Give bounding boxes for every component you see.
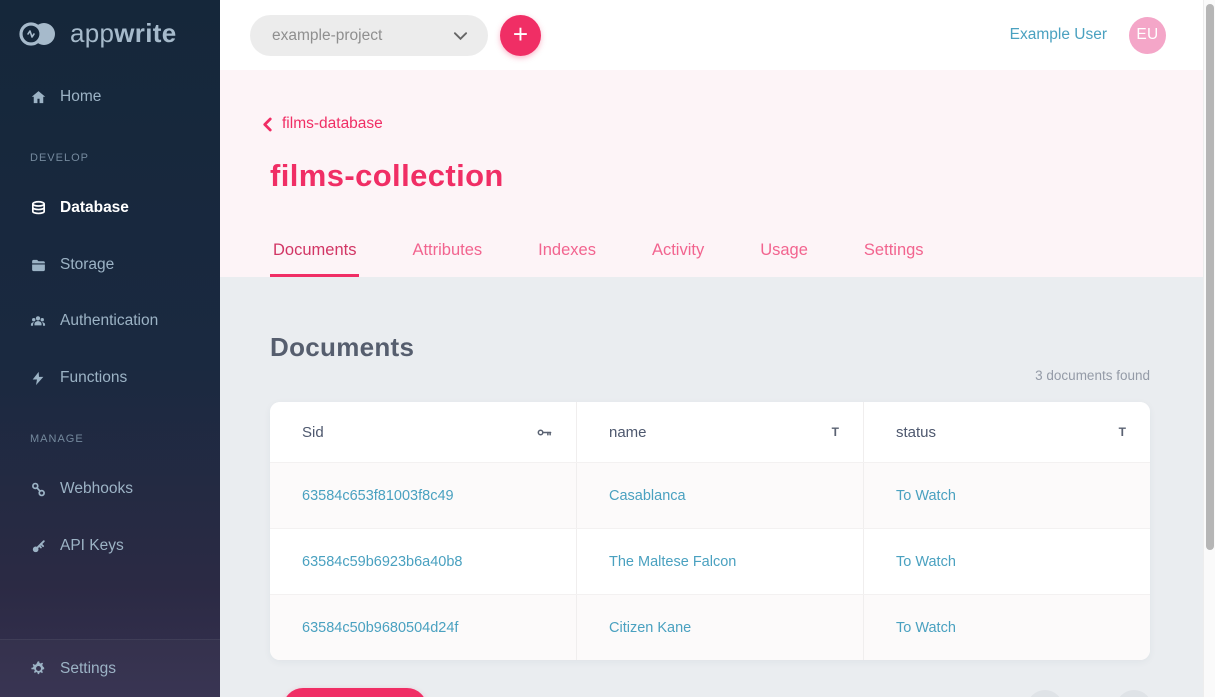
create-project-button[interactable]: + xyxy=(500,15,541,56)
avatar: EU xyxy=(1129,17,1166,54)
sidebar-item-api-keys[interactable]: API Keys xyxy=(0,525,220,567)
folder-icon xyxy=(29,256,47,274)
table-header-row: Sid name T status T xyxy=(270,402,1150,462)
sidebar-item-label: API Keys xyxy=(60,537,124,555)
cell-status: To Watch xyxy=(864,463,1150,528)
database-icon xyxy=(29,199,47,217)
column-header-sid[interactable]: Sid xyxy=(270,402,577,462)
scrollbar-track[interactable] xyxy=(1203,0,1215,697)
sidebar-item-storage[interactable]: Storage xyxy=(0,244,220,286)
sidebar-item-label: Authentication xyxy=(60,312,158,330)
pagination-prev-button[interactable] xyxy=(1027,690,1063,697)
sidebar: appwrite Home DEVELOP Database Storage xyxy=(0,0,220,697)
sidebar-item-home[interactable]: Home xyxy=(0,76,220,118)
appwrite-logo[interactable]: appwrite xyxy=(18,18,176,49)
cell-name: The Maltese Falcon xyxy=(577,529,864,594)
topbar: example-project + Example User EU xyxy=(220,0,1203,70)
documents-heading: Documents xyxy=(270,332,414,363)
text-type-icon: T xyxy=(832,425,839,439)
column-label: Sid xyxy=(302,424,324,441)
key-icon xyxy=(29,537,47,555)
scrollbar-thumb[interactable] xyxy=(1206,4,1214,550)
pagination-next-button[interactable] xyxy=(1116,690,1152,697)
tab-indexes[interactable]: Indexes xyxy=(535,241,599,277)
breadcrumb[interactable]: films-database xyxy=(262,115,383,133)
table-row[interactable]: 63584c50b9680504d24f Citizen Kane To Wat… xyxy=(270,594,1150,660)
project-select[interactable]: example-project xyxy=(250,15,488,56)
page-title: films-collection xyxy=(270,158,504,194)
sidebar-item-label: Home xyxy=(60,88,101,106)
project-select-value: example-project xyxy=(272,27,382,45)
text-type-icon: T xyxy=(1119,425,1126,439)
column-header-status[interactable]: status T xyxy=(864,402,1150,462)
cell-status: To Watch xyxy=(864,529,1150,594)
table-row[interactable]: 63584c59b6923b6a40b8 The Maltese Falcon … xyxy=(270,528,1150,594)
appwrite-console: appwrite Home DEVELOP Database Storage xyxy=(0,0,1215,697)
tab-activity[interactable]: Activity xyxy=(649,241,707,277)
tab-settings[interactable]: Settings xyxy=(861,241,927,277)
chevron-left-icon xyxy=(262,117,273,132)
table-row[interactable]: 63584c653f81003f8c49 Casablanca To Watch xyxy=(270,462,1150,528)
sidebar-section-manage: MANAGE xyxy=(30,433,84,445)
sidebar-item-webhooks[interactable]: Webhooks xyxy=(0,468,220,510)
cell-name: Casablanca xyxy=(577,463,864,528)
sidebar-section-develop: DEVELOP xyxy=(30,152,89,164)
column-label: status xyxy=(896,424,936,441)
documents-panel: Documents 3 documents found Sid name T s… xyxy=(220,277,1203,697)
gear-icon xyxy=(29,660,47,678)
cell-status: To Watch xyxy=(864,595,1150,660)
cell-name: Citizen Kane xyxy=(577,595,864,660)
key-icon xyxy=(537,427,552,438)
sidebar-item-label: Settings xyxy=(60,660,116,678)
chain-icon xyxy=(29,480,47,498)
tab-usage[interactable]: Usage xyxy=(757,241,811,277)
appwrite-logo-icon xyxy=(18,19,62,49)
documents-table: Sid name T status T 63584c653f81003f8c49… xyxy=(270,402,1150,660)
documents-count: 3 documents found xyxy=(1035,368,1150,383)
sidebar-item-functions[interactable]: Functions xyxy=(0,357,220,399)
cell-document-id: 63584c50b9680504d24f xyxy=(270,595,577,660)
users-icon xyxy=(29,312,47,330)
sidebar-item-label: Storage xyxy=(60,256,114,274)
column-header-name[interactable]: name T xyxy=(577,402,864,462)
sidebar-item-label: Webhooks xyxy=(60,480,133,498)
tab-documents[interactable]: Documents xyxy=(270,241,359,277)
column-label: name xyxy=(609,424,647,441)
collection-header: films-database films-collection Document… xyxy=(220,70,1203,277)
home-icon xyxy=(29,88,47,106)
sidebar-item-authentication[interactable]: Authentication xyxy=(0,300,220,342)
add-document-button[interactable] xyxy=(283,688,427,697)
cell-document-id: 63584c59b6923b6a40b8 xyxy=(270,529,577,594)
user-menu[interactable]: Example User EU xyxy=(1010,0,1166,70)
sidebar-item-label: Database xyxy=(60,199,129,217)
breadcrumb-label: films-database xyxy=(282,115,383,133)
user-name: Example User xyxy=(1010,26,1107,44)
tab-attributes[interactable]: Attributes xyxy=(409,241,485,277)
lightning-icon xyxy=(29,369,47,387)
appwrite-logo-text: appwrite xyxy=(70,18,176,49)
sidebar-item-settings[interactable]: Settings xyxy=(0,639,220,697)
sidebar-item-database[interactable]: Database xyxy=(0,187,220,229)
chevron-down-icon xyxy=(453,31,468,41)
cell-document-id: 63584c653f81003f8c49 xyxy=(270,463,577,528)
sidebar-item-label: Functions xyxy=(60,369,127,387)
collection-tabs: Documents Attributes Indexes Activity Us… xyxy=(270,241,927,277)
